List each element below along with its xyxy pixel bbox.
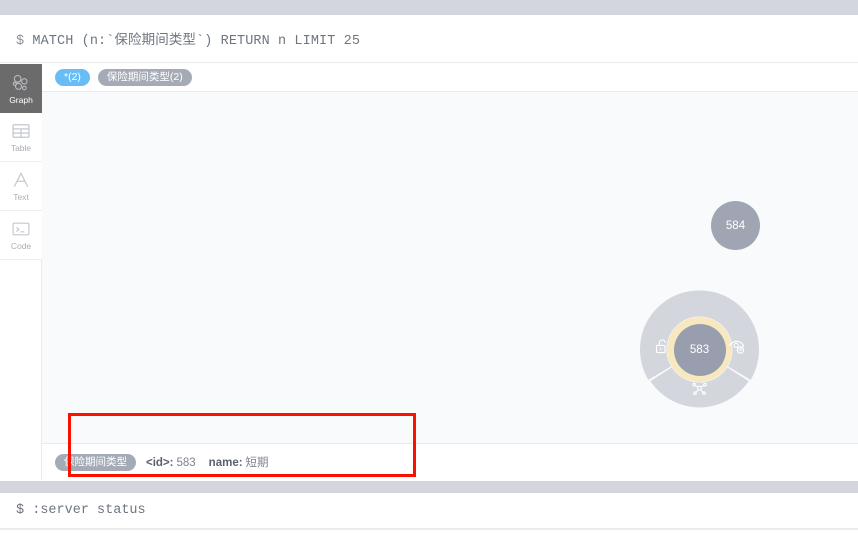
sidebar-item-graph-label: Graph [9, 94, 33, 105]
result-body: Graph Table Text Code *(2) 保险期间类型(2) 584… [0, 64, 858, 480]
property-name-key: name: [208, 457, 243, 469]
graph-icon [11, 73, 31, 93]
code-icon [11, 219, 31, 239]
node-properties: <id>: 583 name: 短期 [146, 454, 269, 470]
property-id: <id>: 583 [146, 457, 196, 469]
sidebar-item-text-label: Text [13, 192, 29, 202]
sidebar-item-graph[interactable]: Graph [0, 64, 42, 113]
sidebar-item-table-label: Table [10, 143, 32, 153]
sidebar-item-code-label: Code [10, 241, 32, 251]
legend-chip-bar: *(2) 保险期间类型(2) [42, 64, 858, 92]
legend-chip-label[interactable]: 保险期间类型(2) [97, 69, 192, 86]
graph-node-583-radial-menu[interactable]: 583 [640, 290, 759, 409]
query-statement: MATCH (n:`保险期间类型`) RETURN n LIMIT 25 [32, 34, 361, 49]
window-top-band [0, 0, 858, 15]
query-text[interactable]: $ MATCH (n:`保险期间类型`) RETURN n LIMIT 25 [16, 28, 360, 49]
property-name-value: 短期 [245, 457, 269, 469]
query-prompt-symbol: $ [16, 34, 25, 49]
legend-chip-all[interactable]: *(2) [55, 69, 90, 86]
bottom-query-statement: :server status [32, 503, 146, 518]
graph-node-583[interactable]: 583 [673, 323, 726, 376]
unlock-icon[interactable] [653, 338, 670, 355]
eye-minus-icon[interactable] [728, 338, 745, 355]
graph-canvas-region: *(2) 保险期间类型(2) 584 583 保险期间类型 <id>: 583 … [42, 64, 858, 480]
graph-node-584[interactable]: 584 [711, 201, 760, 250]
bottom-prompt-symbol: $ [16, 503, 25, 518]
bottom-stub [0, 529, 858, 533]
property-id-value: 583 [176, 457, 196, 469]
graph-node-584-caption: 584 [725, 219, 746, 232]
graph-stage[interactable]: 584 583 [42, 92, 858, 443]
sidebar-item-table[interactable]: Table [0, 113, 42, 162]
property-name: name: 短期 [209, 454, 269, 470]
window-bottom-band [0, 481, 858, 493]
query-card: $ MATCH (n:`保险期间类型`) RETURN n LIMIT 25 [0, 15, 858, 63]
property-id-key: <id>: [146, 457, 174, 469]
table-icon [11, 121, 31, 141]
bottom-query-text[interactable]: $ :server status [16, 503, 146, 518]
expand-graph-icon[interactable] [691, 380, 708, 397]
graph-node-583-caption: 583 [689, 343, 710, 356]
node-inspector-bar: 保险期间类型 <id>: 583 name: 短期 [42, 443, 858, 480]
node-label-chip[interactable]: 保险期间类型 [55, 453, 136, 471]
text-icon [11, 170, 31, 190]
neo4j-browser-result-frame: $ MATCH (n:`保险期间类型`) RETURN n LIMIT 25 G… [0, 0, 858, 533]
bottom-query-card: $ :server status [0, 493, 858, 529]
sidebar-item-code[interactable]: Code [0, 211, 42, 260]
sidebar-item-text[interactable]: Text [0, 162, 42, 211]
view-mode-sidebar: Graph Table Text Code [0, 64, 42, 480]
